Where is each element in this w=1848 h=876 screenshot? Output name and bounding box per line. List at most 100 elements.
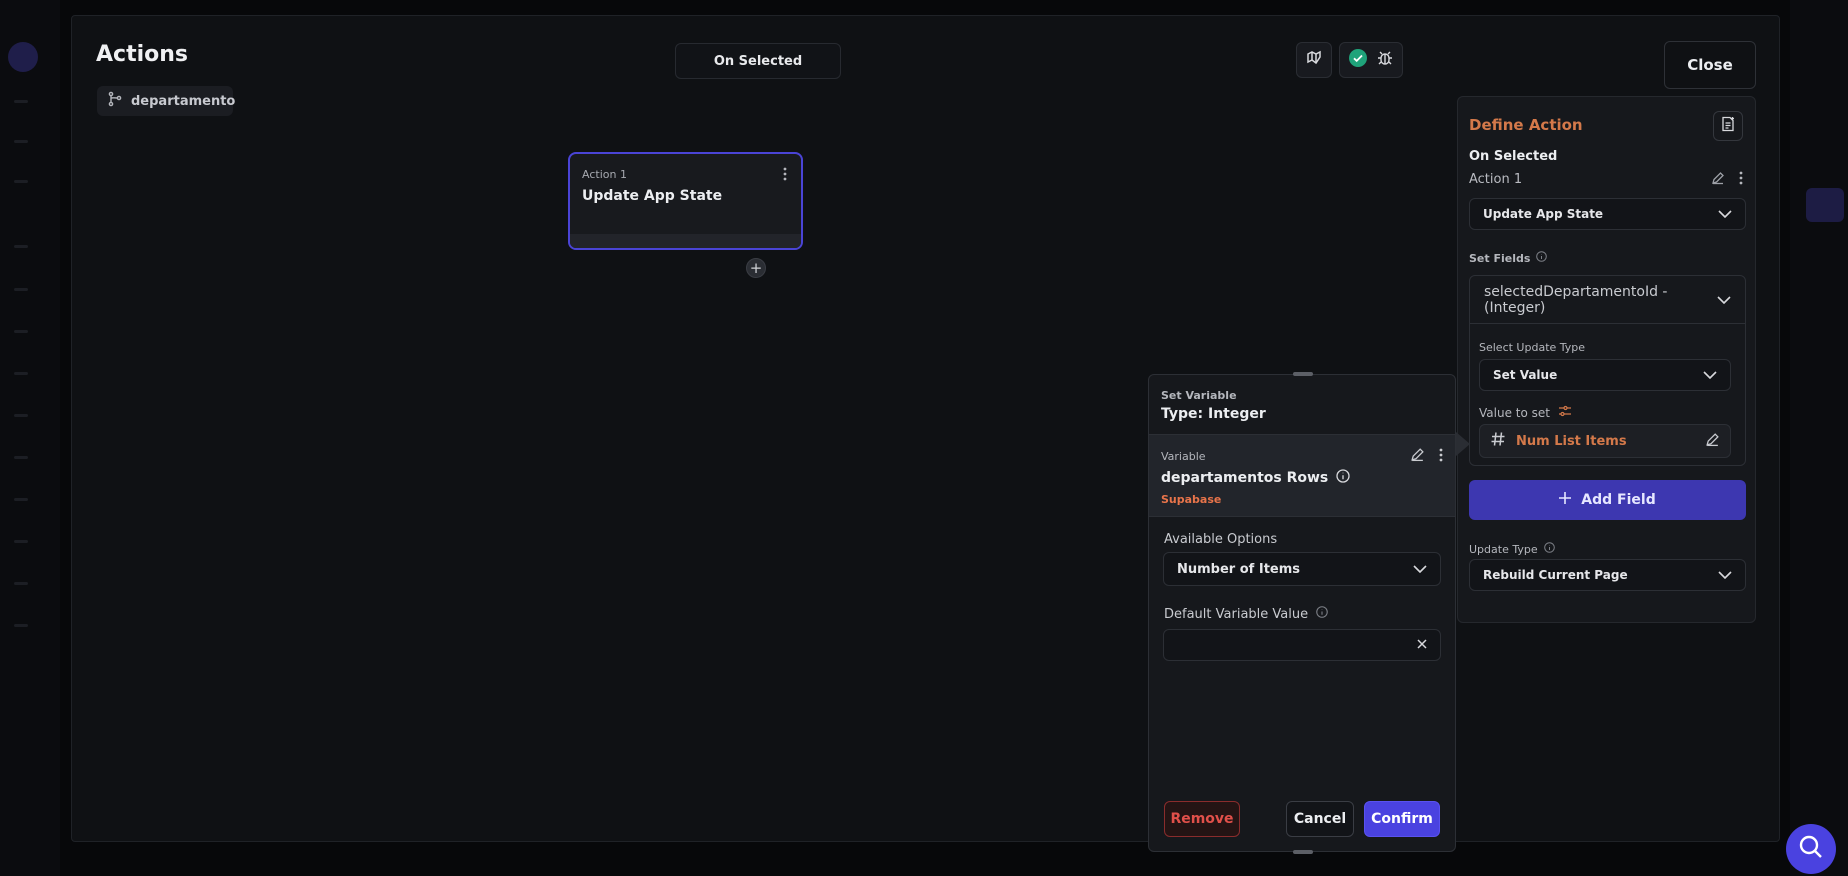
add-action-plus-icon[interactable]: + xyxy=(746,258,766,278)
hash-icon xyxy=(1490,431,1506,451)
kebab-menu-icon[interactable] xyxy=(1439,447,1443,466)
background-line xyxy=(14,582,28,585)
define-action-title: Define Action xyxy=(1469,116,1583,134)
chevron-down-icon xyxy=(1718,568,1732,582)
value-to-set-label: Value to set xyxy=(1479,405,1550,420)
variable-source: Supabase xyxy=(1161,493,1222,506)
variable-name: departamentos Rows xyxy=(1161,470,1329,486)
chevron-down-icon xyxy=(1717,292,1731,308)
search-icon xyxy=(1798,834,1824,864)
info-icon xyxy=(1316,606,1328,622)
define-action-label: Action 1 xyxy=(1469,172,1523,187)
set-fields-label: Set Fields xyxy=(1469,251,1531,265)
set-variable-header: Set Variable Type: Integer xyxy=(1149,375,1455,435)
variable-card-icons xyxy=(1410,447,1443,466)
set-variable-popover: Set Variable Type: Integer Variable depa… xyxy=(1148,372,1456,854)
kebab-menu-icon[interactable] xyxy=(1739,170,1743,189)
available-options-select[interactable]: Number of Items xyxy=(1163,552,1441,586)
widget-tree-icon xyxy=(107,91,123,111)
action-node-label: Action 1 xyxy=(582,168,627,181)
set-variable-label: Set Variable xyxy=(1161,389,1237,402)
edit-icon[interactable] xyxy=(1711,170,1725,189)
default-value-label: Default Variable Value xyxy=(1164,606,1309,622)
chevron-down-icon xyxy=(1413,562,1427,577)
field-config-box: selectedDepartamentoId - (Integer) Selec… xyxy=(1469,275,1746,466)
edit-icon[interactable] xyxy=(1410,447,1425,466)
brain-icon xyxy=(1305,49,1323,71)
chevron-down-icon xyxy=(1703,368,1717,382)
cancel-button[interactable]: Cancel xyxy=(1286,801,1354,837)
default-value-label-row: Default Variable Value xyxy=(1164,606,1328,622)
default-value-input[interactable] xyxy=(1163,629,1441,661)
set-variable-type: Type: Integer xyxy=(1161,406,1266,422)
add-field-button[interactable]: Add Field xyxy=(1469,480,1746,520)
clear-x-icon[interactable] xyxy=(1417,638,1427,652)
background-line xyxy=(14,330,28,333)
close-button[interactable]: Close xyxy=(1664,41,1756,89)
plus-icon xyxy=(1559,492,1572,508)
bug-icon[interactable] xyxy=(1376,49,1394,71)
chevron-down-icon xyxy=(1718,207,1732,221)
update-type-label-row: Update Type xyxy=(1469,542,1555,556)
set-fields-label-row: Set Fields xyxy=(1469,251,1548,265)
ai-action-button[interactable] xyxy=(1296,42,1332,78)
background-avatar xyxy=(8,42,38,72)
remove-button[interactable]: Remove xyxy=(1164,801,1240,837)
info-icon xyxy=(1543,542,1555,556)
variable-label: Variable xyxy=(1161,450,1206,463)
trigger-selector[interactable]: On Selected xyxy=(675,43,841,79)
field-selector[interactable]: selectedDepartamentoId - (Integer) xyxy=(1470,276,1745,324)
background-line xyxy=(14,456,28,459)
rebuild-value: Rebuild Current Page xyxy=(1483,568,1628,582)
background-line xyxy=(14,245,28,248)
action-type-select[interactable]: Update App State xyxy=(1469,198,1746,230)
define-action-panel: Define Action On Selected Action 1 Updat… xyxy=(1457,96,1756,623)
select-update-type-label: Select Update Type xyxy=(1479,341,1586,354)
info-icon[interactable] xyxy=(1336,469,1350,487)
action-node-footer xyxy=(570,234,801,248)
popover-pointer xyxy=(1456,432,1470,456)
help-search-button[interactable] xyxy=(1786,824,1836,874)
background-line xyxy=(14,100,28,103)
widget-chip[interactable]: departamento xyxy=(97,86,236,116)
widget-chip-label: departamento xyxy=(131,93,236,109)
define-action-icons xyxy=(1711,170,1743,189)
update-type-select[interactable]: Set Value xyxy=(1479,359,1731,391)
update-type-value: Set Value xyxy=(1493,368,1558,382)
available-options-label: Available Options xyxy=(1164,532,1278,547)
background-line xyxy=(14,140,28,143)
update-type-label: Update Type xyxy=(1469,542,1538,556)
background-line xyxy=(14,624,28,627)
background-line xyxy=(14,372,28,375)
action-type-value: Update App State xyxy=(1483,207,1604,221)
validation-debug-group[interactable] xyxy=(1339,42,1403,78)
action-node[interactable]: Action 1 Update App State xyxy=(568,152,803,250)
confirm-button[interactable]: Confirm xyxy=(1364,801,1440,837)
available-options-value: Number of Items xyxy=(1177,561,1301,577)
documentation-button[interactable] xyxy=(1713,111,1743,141)
sliders-icon[interactable] xyxy=(1558,404,1572,421)
variable-name-row: departamentos Rows xyxy=(1161,469,1350,487)
define-action-trigger: On Selected xyxy=(1469,149,1558,164)
background-right-panel xyxy=(1790,0,1848,876)
value-to-set-field[interactable]: Num List Items xyxy=(1479,424,1731,458)
document-add-icon xyxy=(1720,116,1736,136)
background-line xyxy=(14,414,28,417)
background-left-sidebar xyxy=(0,0,60,876)
background-accent xyxy=(1806,188,1844,222)
background-line xyxy=(14,288,28,291)
variable-card[interactable]: Variable departamentos Rows Supabase xyxy=(1149,435,1455,517)
bottom-resize-grip[interactable] xyxy=(1293,850,1313,854)
rebuild-select[interactable]: Rebuild Current Page xyxy=(1469,559,1746,591)
action-node-name: Update App State xyxy=(582,188,723,204)
check-circle-icon[interactable] xyxy=(1348,48,1368,72)
value-to-set-label-row: Value to set xyxy=(1479,404,1572,421)
add-field-label: Add Field xyxy=(1581,492,1656,508)
field-name: selectedDepartamentoId - (Integer) xyxy=(1484,283,1668,316)
edit-icon[interactable] xyxy=(1705,432,1720,451)
background-line xyxy=(14,180,28,183)
modal-title: Actions xyxy=(96,42,188,67)
kebab-menu-icon[interactable] xyxy=(783,166,787,185)
info-icon xyxy=(1536,251,1548,265)
background-line xyxy=(14,540,28,543)
